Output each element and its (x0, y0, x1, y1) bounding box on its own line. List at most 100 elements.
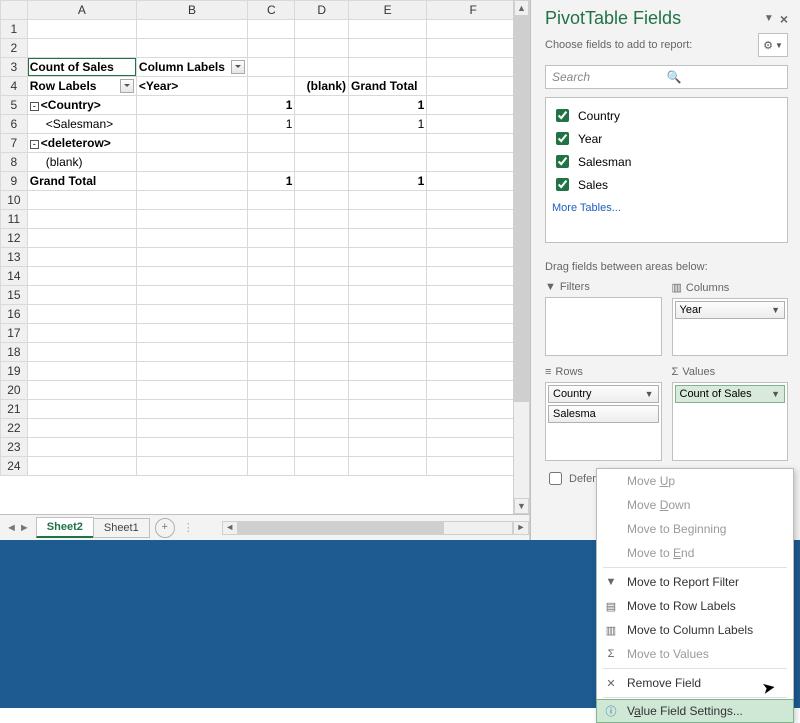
dropdown-icon[interactable] (231, 60, 245, 74)
dropdown-icon[interactable] (120, 79, 134, 93)
field-checkbox[interactable] (556, 109, 569, 122)
pane-menu-icon[interactable]: ▼ (764, 13, 774, 24)
rows-dropzone[interactable]: Country▼ Salesma (545, 382, 662, 461)
col-header-B[interactable]: B (136, 1, 247, 20)
chevron-down-icon[interactable]: ▼ (645, 389, 654, 399)
col-header-A[interactable]: A (27, 1, 136, 20)
row-header[interactable]: 24 (1, 457, 28, 476)
row-header[interactable]: 23 (1, 438, 28, 457)
row-header[interactable]: 2 (1, 39, 28, 58)
scroll-up-icon[interactable]: ▲ (514, 0, 529, 16)
cell-C5[interactable]: 1 (248, 96, 295, 115)
field-salesman[interactable]: Salesman (552, 150, 781, 173)
grid-table[interactable]: A B C D E F 1 2 3 Count of (0, 0, 520, 476)
scroll-down-icon[interactable]: ▼ (514, 498, 529, 514)
row-header[interactable]: 15 (1, 286, 28, 305)
remove-icon: ✕ (603, 677, 619, 690)
tab-nav-prev-icon[interactable]: ◄ (6, 522, 17, 534)
values-dropzone[interactable]: Count of Sales▼ (672, 382, 789, 461)
field-list-options-button[interactable]: ⚙▼ (758, 33, 788, 57)
row-header[interactable]: 18 (1, 343, 28, 362)
cell-E6[interactable]: 1 (349, 115, 427, 134)
cell-A3[interactable]: Count of Sales (27, 58, 136, 77)
pill-country[interactable]: Country▼ (548, 385, 659, 403)
search-icon: 🔍 (667, 70, 782, 84)
scroll-right-icon[interactable]: ► (513, 521, 529, 535)
menu-move-row-labels[interactable]: ▤Move to Row Labels (597, 594, 793, 618)
cell-C9[interactable]: 1 (248, 172, 295, 191)
cell-B3[interactable]: Column Labels (136, 58, 247, 77)
row-header[interactable]: 14 (1, 267, 28, 286)
cell-B4[interactable]: <Year> (136, 77, 247, 96)
field-year[interactable]: Year (552, 127, 781, 150)
vertical-scrollbar[interactable]: ▲ ▼ (513, 0, 529, 514)
row-header[interactable]: 20 (1, 381, 28, 400)
row-header[interactable]: 9 (1, 172, 28, 191)
menu-move-report-filter[interactable]: ▼Move to Report Filter (597, 570, 793, 594)
cell-A6[interactable]: <Salesman> (27, 115, 136, 134)
tab-nav-next-icon[interactable]: ► (19, 522, 30, 534)
select-all-corner[interactable] (1, 1, 28, 20)
collapse-icon[interactable]: - (30, 102, 39, 111)
cell-D4[interactable]: (blank) (295, 77, 349, 96)
row-header[interactable]: 10 (1, 191, 28, 210)
sigma-icon: Σ (603, 648, 619, 660)
row-header[interactable]: 3 (1, 58, 28, 77)
columns-dropzone[interactable]: Year▼ (672, 298, 789, 356)
menu-move-up: Move Up (597, 469, 793, 493)
pill-year[interactable]: Year▼ (675, 301, 786, 319)
col-header-F[interactable]: F (427, 1, 520, 20)
pill-salesman[interactable]: Salesma (548, 405, 659, 423)
cell-A1[interactable] (27, 20, 136, 39)
row-header[interactable]: 22 (1, 419, 28, 438)
filters-dropzone[interactable] (545, 297, 662, 356)
cell-E5[interactable]: 1 (349, 96, 427, 115)
cell-A4[interactable]: Row Labels (27, 77, 136, 96)
collapse-icon[interactable]: - (30, 140, 39, 149)
cell-E9[interactable]: 1 (349, 172, 427, 191)
col-header-D[interactable]: D (295, 1, 349, 20)
field-sales[interactable]: Sales (552, 173, 781, 196)
more-tables-link[interactable]: More Tables... (552, 196, 781, 214)
close-icon[interactable]: × (780, 11, 788, 27)
row-header[interactable]: 16 (1, 305, 28, 324)
sheet-tab-sheet1[interactable]: Sheet1 (93, 518, 150, 538)
field-country[interactable]: Country (552, 104, 781, 127)
defer-layout-checkbox[interactable] (549, 472, 562, 485)
row-header[interactable]: 11 (1, 210, 28, 229)
row-header[interactable]: 1 (1, 20, 28, 39)
col-header-C[interactable]: C (248, 1, 295, 20)
search-input[interactable]: Search 🔍 (545, 65, 788, 89)
cell-A5[interactable]: -<Country> (27, 96, 136, 115)
field-checkbox[interactable] (556, 178, 569, 191)
row-header[interactable]: 8 (1, 153, 28, 172)
sheet-tab-sheet2[interactable]: Sheet2 (36, 517, 94, 538)
field-list[interactable]: Country Year Salesman Sales More Tables.… (545, 97, 788, 243)
scroll-left-icon[interactable]: ◄ (222, 521, 238, 535)
cell-C6[interactable]: 1 (248, 115, 295, 134)
col-header-E[interactable]: E (349, 1, 427, 20)
chevron-down-icon[interactable]: ▼ (771, 305, 780, 315)
row-header[interactable]: 13 (1, 248, 28, 267)
horizontal-scrollbar[interactable]: ◄ ► (222, 520, 529, 536)
chevron-down-icon[interactable]: ▼ (771, 389, 780, 399)
add-sheet-button[interactable]: + (155, 518, 175, 538)
row-header[interactable]: 19 (1, 362, 28, 381)
row-header[interactable]: 21 (1, 400, 28, 419)
menu-move-column-labels[interactable]: ▥Move to Column Labels (597, 618, 793, 642)
field-checkbox[interactable] (556, 155, 569, 168)
row-header[interactable]: 17 (1, 324, 28, 343)
cell-A8[interactable]: (blank) (27, 153, 136, 172)
pill-count-of-sales[interactable]: Count of Sales▼ (675, 385, 786, 403)
row-header[interactable]: 7 (1, 134, 28, 153)
row-header[interactable]: 5 (1, 96, 28, 115)
row-header[interactable]: 6 (1, 115, 28, 134)
row-header[interactable]: 12 (1, 229, 28, 248)
cell-E4[interactable]: Grand Total (349, 77, 427, 96)
cell-A7[interactable]: -<deleterow> (27, 134, 136, 153)
cell-A9[interactable]: Grand Total (27, 172, 136, 191)
row-header[interactable]: 4 (1, 77, 28, 96)
menu-value-field-settings[interactable]: ⓘValue Field Settings... (596, 699, 794, 723)
columns-icon: ▥ (603, 624, 619, 637)
field-checkbox[interactable] (556, 132, 569, 145)
